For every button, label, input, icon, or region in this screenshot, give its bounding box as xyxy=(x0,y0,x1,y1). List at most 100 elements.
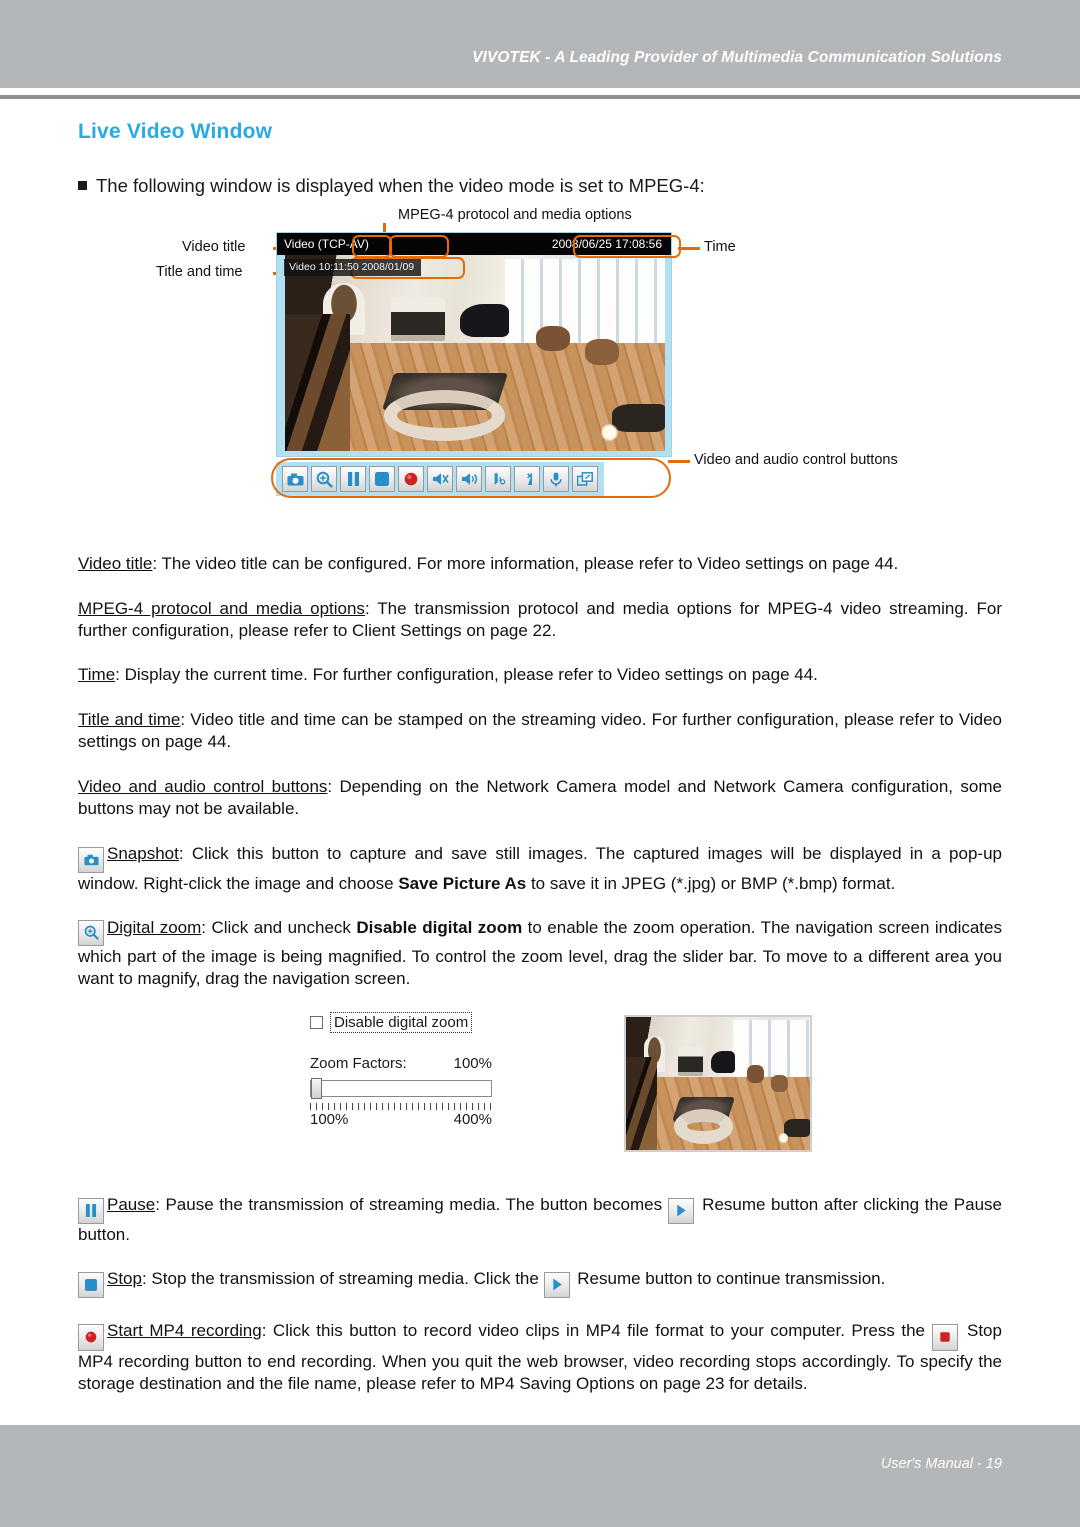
text-time: : Display the current time. For further … xyxy=(115,665,818,685)
scene-foreground-object xyxy=(611,404,665,432)
zoom-slider-thumb[interactable] xyxy=(311,1078,322,1100)
start-mp4-recording-icon xyxy=(78,1323,104,1351)
stop-mp4-recording-icon xyxy=(931,1323,958,1351)
navigation-preview-image xyxy=(626,1017,810,1151)
volume-mute-button[interactable] xyxy=(427,466,453,493)
zoom-slider-range: 100% 400% xyxy=(310,1111,492,1128)
video-overlay-title-and-time: Video 10:11:50 2008/01/09 xyxy=(284,259,422,277)
paragraph-time: Time: Display the current time. For furt… xyxy=(78,664,1002,686)
disable-digital-zoom-row[interactable]: Disable digital zoom xyxy=(310,1012,510,1034)
digital-zoom-button[interactable] xyxy=(311,466,337,493)
figure-label-video-title: Video title xyxy=(182,239,246,256)
digital-zoom-panel: Disable digital zoom Zoom Factors: 100% … xyxy=(310,1012,510,1128)
term-title-and-time: Title and time xyxy=(78,709,181,729)
pause-icon xyxy=(78,1197,104,1224)
page-header-bar xyxy=(0,0,1080,88)
paragraph-control-buttons: Video and audio control buttons: Dependi… xyxy=(78,776,1002,821)
snapshot-button[interactable] xyxy=(282,466,308,493)
speaker-volume-button[interactable] xyxy=(456,466,482,493)
term-time: Time xyxy=(78,665,116,685)
scene-piano xyxy=(459,304,510,338)
figure-label-mpeg4-protocol: MPEG-4 protocol and media options xyxy=(398,207,632,224)
paragraph-video-title: Video title: The video title can be conf… xyxy=(78,553,1002,575)
page-footer-bar xyxy=(0,1425,1080,1527)
text-snapshot-bold: Save Picture As xyxy=(398,873,527,893)
figure-label-time: Time xyxy=(704,239,736,256)
zoom-factors-label: Zoom Factors: xyxy=(310,1055,407,1073)
term-digital-zoom: Digital zoom xyxy=(107,918,202,938)
term-snapshot: Snapshot xyxy=(107,843,179,863)
video-window-titlebar: Video (TCP-AV) 2008/06/25 17:08:56 xyxy=(277,233,671,256)
disable-digital-zoom-label: Disable digital zoom xyxy=(330,1012,473,1034)
zoom-range-min: 100% xyxy=(310,1111,349,1129)
zoom-factors-value: 100% xyxy=(453,1055,492,1073)
paragraph-mp4-recording: Start MP4 recording: Click this button t… xyxy=(78,1320,1002,1395)
talk-button[interactable] xyxy=(485,466,511,493)
stop-icon xyxy=(78,1272,104,1299)
pause-button[interactable] xyxy=(340,466,366,493)
text-digital-zoom-bold: Disable digital zoom xyxy=(356,918,523,938)
paragraph-stop: Stop: Stop the transmission of streaming… xyxy=(78,1268,1002,1299)
scene-armchair-two xyxy=(585,339,620,365)
start-mp4-recording-button[interactable] xyxy=(398,466,424,493)
preview-piano xyxy=(710,1050,735,1074)
scene-windows xyxy=(505,259,665,346)
page-title: Live Video Window xyxy=(78,120,273,143)
video-window-title-text: Video (TCP-AV) xyxy=(284,237,369,252)
microphone-mute-button[interactable] xyxy=(514,466,540,493)
snapshot-icon xyxy=(78,846,104,873)
scene-staircase xyxy=(285,313,350,452)
term-stop: Stop xyxy=(107,1269,142,1289)
paragraph-title-and-time: Title and time: Video title and time can… xyxy=(78,709,1002,754)
preview-armchair-two xyxy=(771,1074,788,1092)
scene-fireplace xyxy=(391,298,445,342)
leader-line-control-buttons xyxy=(668,460,690,463)
zoom-slider-track[interactable] xyxy=(310,1080,492,1098)
text-stop-2: Resume button to continue transmission. xyxy=(572,1269,886,1289)
paragraph-mpeg4-protocol: MPEG-4 protocol and media options: The t… xyxy=(78,598,1002,643)
page-content: Live Video Window The following window i… xyxy=(78,120,1002,1418)
digital-zoom-dialog-figure: Disable digital zoom Zoom Factors: 100% … xyxy=(78,1012,1002,1172)
intro-bullet-line: The following window is displayed when t… xyxy=(78,174,1002,197)
text-stop-1: : Stop the transmission of streaming med… xyxy=(141,1269,544,1289)
text-pause-1: : Pause the transmission of streaming me… xyxy=(155,1195,668,1215)
scene-armchair-one xyxy=(535,325,570,352)
page-header-title: VIVOTEK - A Leading Provider of Multimed… xyxy=(472,49,1002,66)
preview-lamp-glow xyxy=(778,1131,788,1144)
disable-digital-zoom-checkbox[interactable] xyxy=(310,1016,323,1030)
navigation-screen-preview[interactable] xyxy=(624,1015,812,1153)
figure-label-control-buttons: Video and audio control buttons xyxy=(694,452,898,469)
microphone-button[interactable] xyxy=(543,466,569,493)
preview-foreground-object xyxy=(784,1118,810,1138)
term-mpeg4-protocol: MPEG-4 protocol and media options xyxy=(78,598,365,618)
text-title-and-time: : Video title and time can be stamped on… xyxy=(78,709,1002,752)
leader-line-time xyxy=(678,247,700,250)
video-stream-image xyxy=(285,255,665,452)
video-window-timestamp: 2008/06/25 17:08:56 xyxy=(551,237,662,252)
paragraph-pause: Pause: Pause the transmission of streami… xyxy=(78,1194,1002,1246)
term-pause: Pause xyxy=(107,1195,156,1215)
figure-label-title-and-time: Title and time xyxy=(156,264,243,281)
text-digital-zoom-1: : Click and uncheck xyxy=(201,918,357,938)
live-video-window-figure: MPEG-4 protocol and media options Video … xyxy=(78,207,1002,537)
live-video-window: Video (TCP-AV) 2008/06/25 17:08:56 Video… xyxy=(276,232,672,458)
header-divider-rule xyxy=(0,95,1080,99)
zoom-factors-row: Zoom Factors: 100% xyxy=(310,1055,492,1072)
resume-icon xyxy=(667,1197,694,1224)
page-footer-title: User's Manual - 19 xyxy=(880,1456,1002,1472)
zoom-slider-ticks xyxy=(310,1103,492,1111)
stop-button[interactable] xyxy=(369,466,395,493)
term-mp4-recording: Start MP4 recording xyxy=(107,1321,262,1341)
intro-bullet-text: The following window is displayed when t… xyxy=(96,175,705,196)
text-video-title: : The video title can be configured. For… xyxy=(152,554,899,574)
preview-windows xyxy=(732,1020,810,1079)
preview-armchair-one xyxy=(747,1065,764,1083)
video-audio-control-toolbar xyxy=(276,462,604,497)
text-snapshot-2: to save it in JPEG (*.jpg) or BMP (*.bmp… xyxy=(526,873,896,893)
zoom-slider[interactable] xyxy=(310,1078,492,1100)
full-screen-button[interactable] xyxy=(572,466,598,493)
digital-zoom-icon xyxy=(78,919,104,946)
term-control-buttons: Video and audio control buttons xyxy=(78,776,328,796)
text-mp4-1: : Click this button to record video clip… xyxy=(261,1321,932,1341)
bullet-square-icon xyxy=(78,181,87,190)
